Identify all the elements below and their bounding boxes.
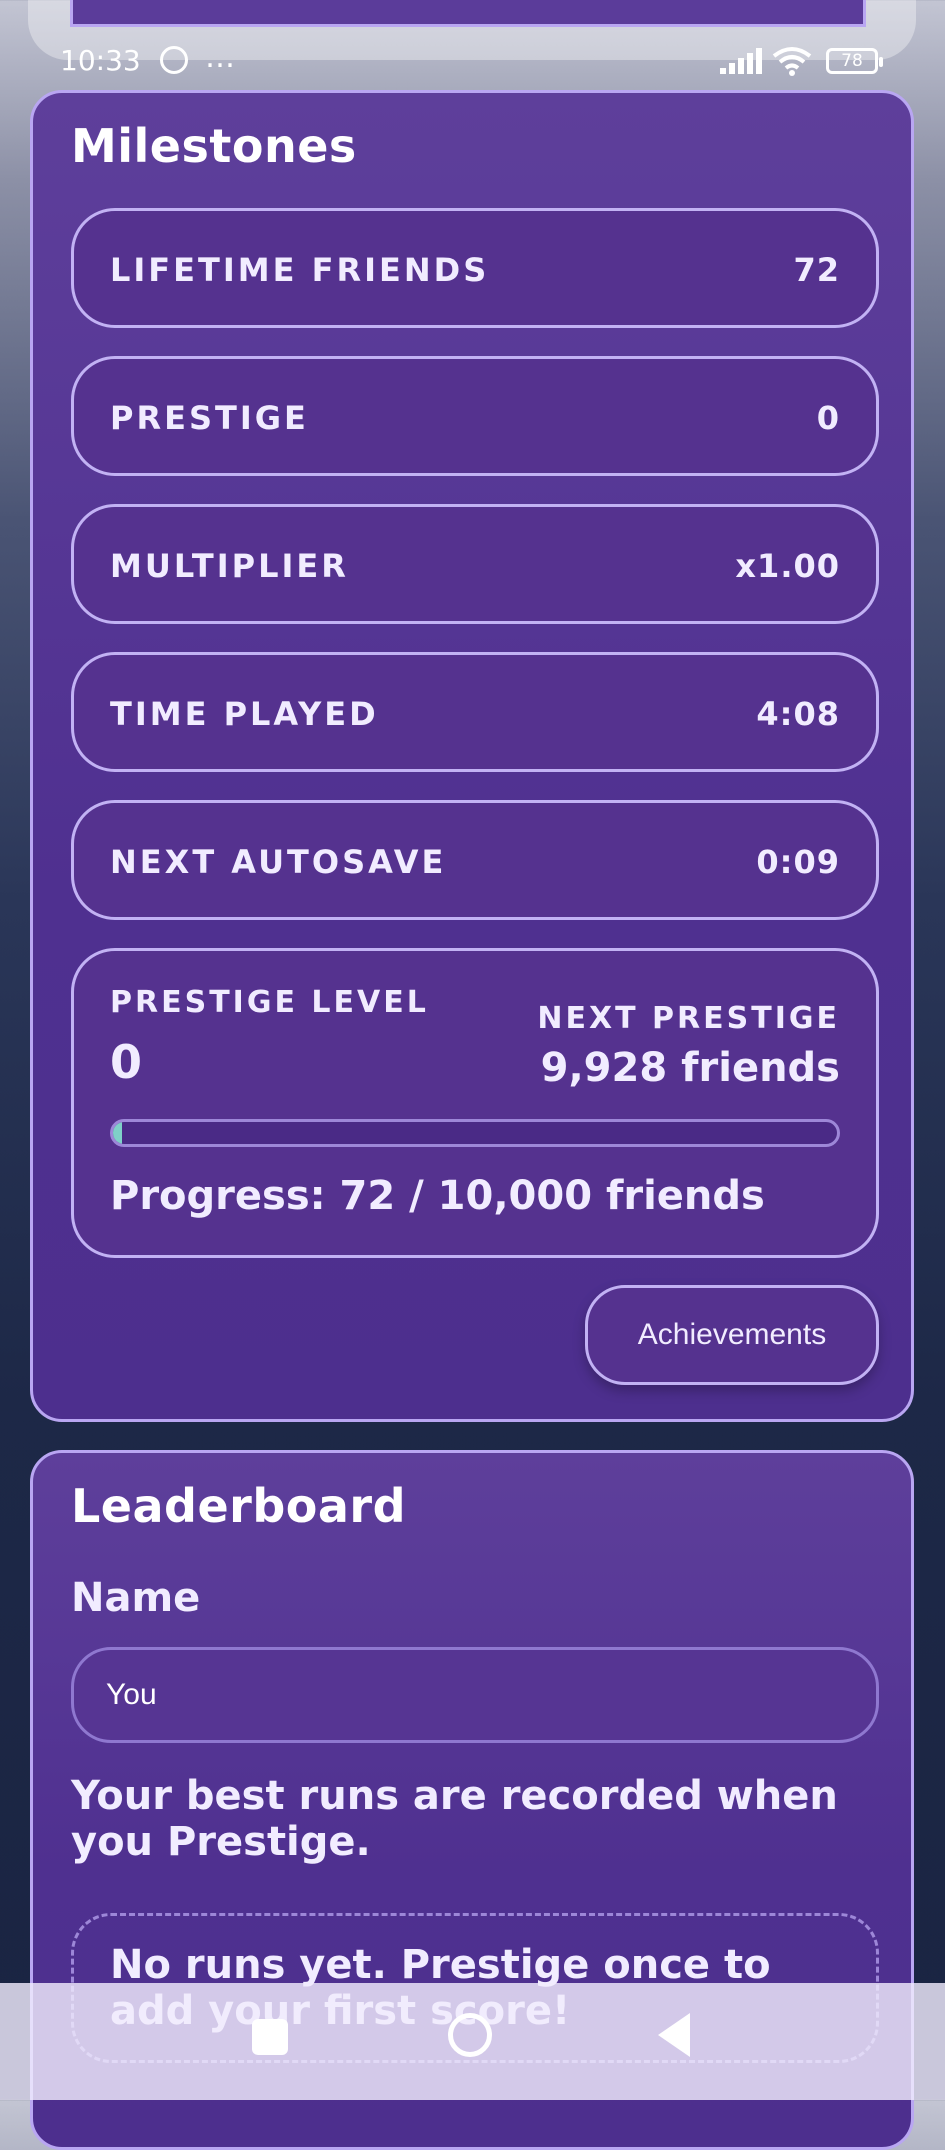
name-label: Name (71, 1575, 201, 1621)
whatsapp-icon (160, 46, 188, 74)
milestones-panel: Milestones LIFETIME FRIENDS 72 PRESTIGE … (30, 90, 914, 1422)
stat-value: x1.00 (735, 547, 840, 585)
stat-row-prestige: PRESTIGE 0 (71, 356, 879, 476)
next-prestige-label: NEXT PRESTIGE (537, 1001, 840, 1036)
name-input[interactable]: You (71, 1647, 879, 1743)
leaderboard-info-text: Your best runs are recorded when you Pre… (71, 1773, 838, 1865)
stat-label: NEXT AUTOSAVE (110, 843, 447, 881)
stat-label: TIME PLAYED (110, 695, 379, 733)
battery-icon: 78 (826, 48, 883, 74)
next-prestige-value: 9,928 friends (540, 1045, 840, 1091)
stat-value: 0:09 (756, 843, 840, 881)
home-icon[interactable] (448, 2013, 492, 2057)
stat-label: PRESTIGE (110, 399, 309, 437)
stat-row-time-played: TIME PLAYED 4:08 (71, 652, 879, 772)
status-time: 10:33 (60, 44, 141, 77)
wifi-icon (772, 47, 812, 76)
stat-row-next-autosave: NEXT AUTOSAVE 0:09 (71, 800, 879, 920)
achievements-button[interactable]: Achievements (585, 1285, 879, 1385)
stat-label: MULTIPLIER (110, 547, 349, 585)
prestige-level-label: PRESTIGE LEVEL (110, 985, 429, 1020)
stat-row-lifetime-friends: LIFETIME FRIENDS 72 (71, 208, 879, 328)
stat-value: 4:08 (756, 695, 840, 733)
stat-label: LIFETIME FRIENDS (110, 251, 490, 289)
prestige-card: PRESTIGE LEVEL 0 NEXT PRESTIGE 9,928 fri… (71, 948, 879, 1258)
stat-row-multiplier: MULTIPLIER x1.00 (71, 504, 879, 624)
milestones-title: Milestones (71, 119, 357, 173)
prestige-progress-text: Progress: 72 / 10,000 friends (110, 1173, 765, 1219)
stat-value: 72 (793, 251, 840, 289)
back-icon[interactable] (658, 2013, 690, 2057)
prestige-level-value: 0 (110, 1035, 143, 1089)
system-nav-bar (0, 1983, 945, 2100)
status-bar: 10:33 … 78 (0, 36, 945, 86)
stat-value: 0 (816, 399, 840, 437)
leaderboard-title: Leaderboard (71, 1479, 407, 1533)
prestige-progress-fill (113, 1122, 122, 1144)
signal-icon (720, 48, 762, 74)
recents-icon[interactable] (252, 2019, 288, 2055)
prestige-progress-bar (110, 1119, 840, 1147)
more-notifications-icon: … (205, 40, 235, 75)
